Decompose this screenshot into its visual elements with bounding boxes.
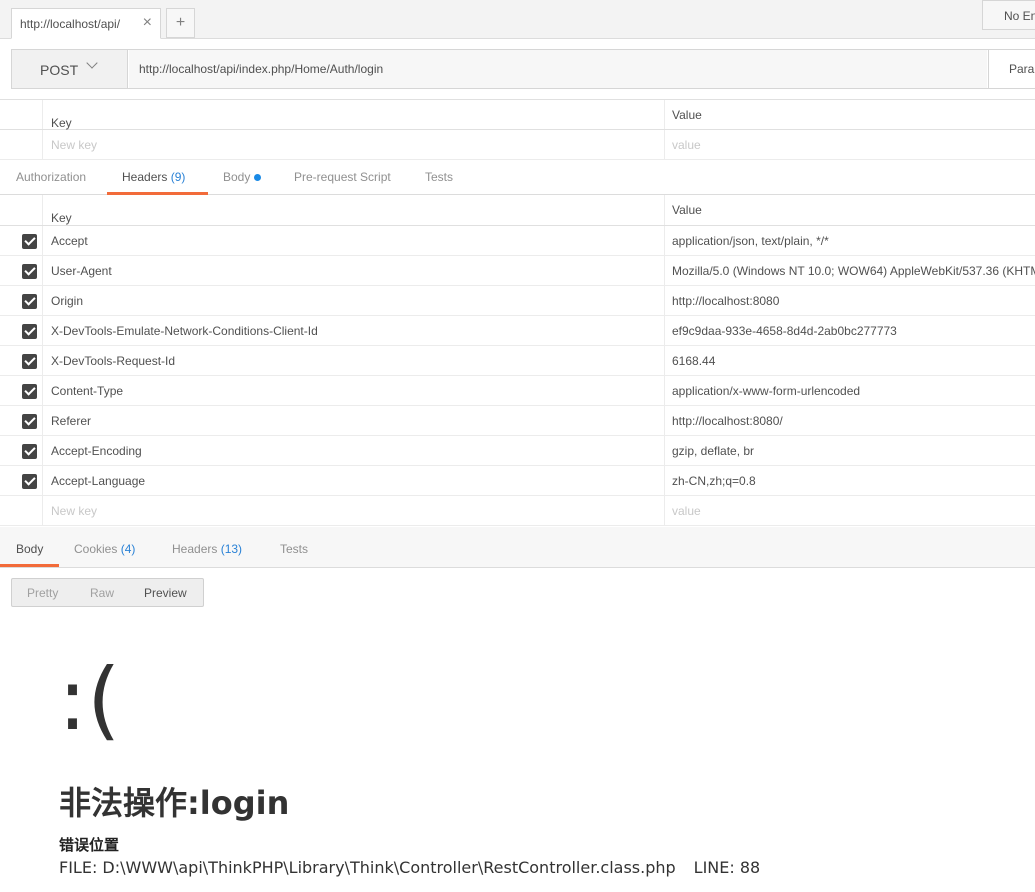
header-key[interactable]: Accept-Encoding — [51, 444, 142, 458]
request-tab[interactable]: http://localhost/api/ × — [11, 8, 161, 39]
response-tabs: Body Cookies (4) Headers (13) Tests — [0, 527, 1035, 568]
view-pretty-button[interactable]: Pretty — [27, 586, 58, 600]
header-key[interactable]: X-DevTools-Emulate-Network-Conditions-Cl… — [51, 324, 318, 338]
response-tab-tests[interactable]: Tests — [280, 527, 308, 567]
add-tab-button[interactable]: + — [166, 8, 195, 38]
header-value[interactable]: ef9c9daa-933e-4658-8d4d-2ab0bc277773 — [664, 316, 1035, 345]
body-modified-dot — [254, 174, 262, 181]
header-value[interactable]: gzip, deflate, br — [664, 436, 1035, 465]
request-tab-strip: http://localhost/api/ × + No Environment — [0, 0, 1035, 39]
method-select[interactable]: POST — [12, 50, 128, 88]
header-value[interactable]: application/x-www-form-urlencoded — [664, 376, 1035, 405]
key-column-header: Key — [51, 116, 72, 130]
view-mode-toggle: Pretty Raw Preview — [11, 578, 204, 607]
environment-select[interactable]: No Environment — [982, 0, 1035, 30]
response-tab-body[interactable]: Body — [0, 527, 59, 567]
url-bar: POST Params — [11, 49, 1035, 89]
header-key[interactable]: Accept — [51, 234, 88, 248]
key-column-header: Key — [51, 211, 72, 225]
header-row: X-DevTools-Request-Id 6168.44 — [0, 346, 1035, 376]
headers-table-header: Key Value — [0, 195, 1035, 226]
header-value[interactable]: zh-CN,zh;q=0.8 — [664, 466, 1035, 495]
close-tab-icon[interactable]: × — [143, 14, 152, 32]
header-enabled-checkbox[interactable] — [22, 384, 37, 399]
header-key[interactable]: Content-Type — [51, 384, 123, 398]
value-column-header: Value — [664, 100, 1035, 129]
header-row: X-DevTools-Emulate-Network-Conditions-Cl… — [0, 316, 1035, 346]
params-button[interactable]: Params — [988, 50, 1035, 88]
request-tab-label[interactable]: http://localhost/api/ — [20, 17, 120, 31]
request-tabs: Authorization Headers (9) Body Pre-reque… — [0, 161, 1035, 195]
header-value[interactable]: Mozilla/5.0 (Windows NT 10.0; WOW64) App… — [664, 256, 1035, 285]
headers-new-row: New key value — [0, 496, 1035, 526]
headers-table: Key Value Accept application/json, text/p… — [0, 195, 1035, 526]
new-value-input[interactable]: value — [664, 130, 1035, 159]
header-row: Accept-Encoding gzip, deflate, br — [0, 436, 1035, 466]
header-enabled-checkbox[interactable] — [22, 354, 37, 369]
url-params-new-row: New key value — [0, 130, 1035, 160]
error-file-line: FILE: D:\WWW\api\ThinkPHP\Library\Think\… — [59, 858, 760, 877]
plus-icon: + — [175, 14, 186, 31]
header-enabled-checkbox[interactable] — [22, 444, 37, 459]
header-value[interactable]: http://localhost:8080 — [664, 286, 1035, 315]
header-key[interactable]: Accept-Language — [51, 474, 145, 488]
header-row: Referer http://localhost:8080/ — [0, 406, 1035, 436]
response-tab-headers[interactable]: Headers (13) — [172, 527, 242, 567]
view-preview-button[interactable]: Preview — [144, 586, 187, 600]
header-key[interactable]: User-Agent — [51, 264, 112, 278]
header-row: User-Agent Mozilla/5.0 (Windows NT 10.0; … — [0, 256, 1035, 286]
error-line: LINE: 88 — [693, 858, 761, 877]
error-location-label: 错误位置 — [59, 836, 120, 854]
tab-authorization[interactable]: Authorization — [16, 161, 86, 195]
method-label: POST — [40, 62, 79, 78]
header-value[interactable]: http://localhost:8080/ — [664, 406, 1035, 435]
url-params-header: Key Value — [0, 99, 1035, 130]
header-value[interactable]: application/json, text/plain, */* — [664, 226, 1035, 255]
response-tab-cookies[interactable]: Cookies (4) — [74, 527, 135, 567]
header-row: Content-Type application/x-www-form-urlen… — [0, 376, 1035, 406]
header-enabled-checkbox[interactable] — [22, 294, 37, 309]
header-value[interactable]: 6168.44 — [664, 346, 1035, 375]
header-row: Accept application/json, text/plain, */* — [0, 226, 1035, 256]
new-value-input[interactable]: value — [664, 496, 1035, 525]
value-column-header: Value — [664, 195, 1035, 225]
header-key[interactable]: Origin — [51, 294, 83, 308]
new-key-input[interactable]: New key — [51, 138, 97, 152]
url-input[interactable] — [129, 50, 987, 88]
header-enabled-checkbox[interactable] — [22, 264, 37, 279]
view-raw-button[interactable]: Raw — [90, 586, 114, 600]
tab-body[interactable]: Body — [223, 161, 262, 195]
tab-pre-request-script[interactable]: Pre-request Script — [294, 161, 391, 195]
header-enabled-checkbox[interactable] — [22, 414, 37, 429]
header-key[interactable]: Referer — [51, 414, 91, 428]
new-key-input[interactable]: New key — [51, 504, 97, 518]
chevron-down-icon — [86, 57, 98, 69]
tab-headers[interactable]: Headers (9) — [107, 161, 208, 195]
url-params-table: Key Value New key value — [0, 99, 1035, 160]
error-file: FILE: D:\WWW\api\ThinkPHP\Library\Think\… — [59, 858, 676, 877]
sad-face: :( — [58, 650, 121, 750]
header-key[interactable]: X-DevTools-Request-Id — [51, 354, 175, 368]
header-enabled-checkbox[interactable] — [22, 474, 37, 489]
header-row: Origin http://localhost:8080 — [0, 286, 1035, 316]
header-row: Accept-Language zh-CN,zh;q=0.8 — [0, 466, 1035, 496]
tab-tests[interactable]: Tests — [425, 161, 453, 195]
header-enabled-checkbox[interactable] — [22, 234, 37, 249]
error-title: 非法操作:login — [59, 784, 290, 822]
header-enabled-checkbox[interactable] — [22, 324, 37, 339]
response-preview: :( 非法操作:login 错误位置 FILE: D:\WWW\api\Thin… — [0, 610, 1035, 892]
